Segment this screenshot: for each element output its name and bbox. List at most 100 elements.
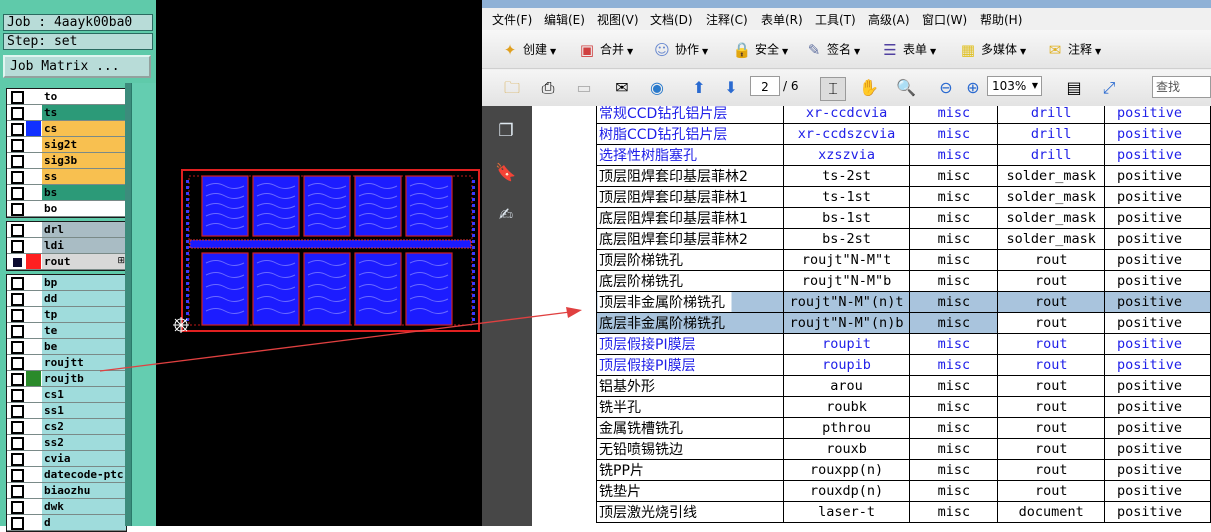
fit-width-icon[interactable]: ⤢ [1097, 77, 1121, 99]
layer-row-cs[interactable]: cs [7, 121, 126, 137]
toolbar-multimedia-button[interactable]: ▦ 多媒体 ▼ [958, 40, 1026, 59]
pages-icon[interactable]: ❐ [495, 120, 517, 142]
layer-checkbox[interactable] [11, 256, 24, 269]
layer-name[interactable]: be [42, 339, 126, 354]
layer-color-swatch[interactable] [26, 355, 41, 370]
layer-row-ss1[interactable]: ss1 [7, 403, 126, 419]
layer-name[interactable]: d [42, 515, 126, 530]
layer-name[interactable]: te [42, 323, 126, 338]
layer-row-tp[interactable]: tp [7, 307, 126, 323]
toolbar-comment-button[interactable]: ✉ 注释 ▼ [1045, 40, 1101, 59]
layer-color-swatch[interactable] [26, 169, 41, 184]
layer-name[interactable]: sig3b [42, 153, 126, 168]
layer-name[interactable]: drl [42, 222, 126, 237]
layer-checkbox[interactable] [11, 187, 24, 200]
layer-row-to[interactable]: to [7, 89, 126, 105]
page-number-input[interactable]: 2 [750, 76, 780, 96]
toolbar-lock-button[interactable]: 🔒 安全 ▼ [732, 40, 789, 59]
fit-page-icon[interactable]: ▤ [1062, 77, 1086, 99]
layer-checkbox[interactable] [11, 341, 24, 354]
layer-checkbox[interactable] [11, 171, 24, 184]
toolbar-combine-button[interactable]: ▣ 合并 ▼ [577, 40, 633, 59]
layer-color-swatch[interactable] [26, 403, 41, 418]
layer-row-cs1[interactable]: cs1 [7, 387, 126, 403]
layer-color-swatch[interactable] [26, 307, 41, 322]
layer-checkbox[interactable] [11, 107, 24, 120]
layer-name[interactable]: roujtb [42, 371, 126, 386]
layer-checkbox[interactable] [11, 373, 24, 386]
layer-color-swatch[interactable] [26, 435, 41, 450]
layer-color-swatch[interactable] [26, 483, 41, 498]
email-icon[interactable]: ✉ [610, 77, 634, 99]
layer-name[interactable]: cs1 [42, 387, 126, 402]
menu-item[interactable]: 工具(T) [815, 11, 856, 28]
layer-color-swatch[interactable] [26, 121, 41, 136]
zoom-level-select[interactable]: 103% ▼ [987, 76, 1042, 96]
layer-name[interactable]: sig2t [42, 137, 126, 152]
print-icon[interactable]: ⎙ [536, 77, 560, 99]
layer-checkbox[interactable] [11, 91, 24, 104]
layer-row-ldi[interactable]: ldi [7, 238, 126, 254]
toolbar-pen-button[interactable]: ✎ 签名 ▼ [804, 40, 860, 59]
layer-name[interactable]: ss [42, 169, 126, 184]
save-icon[interactable]: ▭ [572, 77, 596, 99]
layer-row-ss[interactable]: ss [7, 169, 126, 185]
layer-row-bs[interactable]: bs [7, 185, 126, 201]
document-page[interactable]: 常规CCD钻孔铝片层 xr-ccdcvia misc drill positive 树脂C… [532, 106, 1211, 526]
layer-color-swatch[interactable] [26, 499, 41, 514]
layer-row-cs2[interactable]: cs2 [7, 419, 126, 435]
layer-row-datecode-ptc[interactable]: datecode-ptc [7, 467, 126, 483]
layer-row-dd[interactable]: dd [7, 291, 126, 307]
select-tool-icon[interactable]: ⌶ [820, 77, 846, 101]
page-down-icon[interactable]: ⬇ [719, 77, 743, 99]
layer-checkbox[interactable] [11, 155, 24, 168]
layer-row-dwk[interactable]: dwk [7, 499, 126, 515]
layer-row-cvia[interactable]: cvia [7, 451, 126, 467]
layer-row-d[interactable]: d [7, 515, 126, 531]
bookmarks-icon[interactable]: 🔖 [495, 162, 517, 184]
hand-tool-icon[interactable]: ✋ [857, 77, 881, 99]
layer-row-sig3b[interactable]: sig3b [7, 153, 126, 169]
layer-color-swatch[interactable] [26, 185, 41, 200]
layer-color-swatch[interactable] [26, 291, 41, 306]
layer-name[interactable]: tp [42, 307, 126, 322]
layer-name[interactable]: ss1 [42, 403, 126, 418]
layer-name[interactable]: dd [42, 291, 126, 306]
layer-name[interactable]: biaozhu [42, 483, 126, 498]
layer-checkbox[interactable] [11, 469, 24, 482]
layer-name[interactable]: bs [42, 185, 126, 200]
menu-item[interactable]: 文档(D) [650, 11, 693, 28]
layer-row-ss2[interactable]: ss2 [7, 435, 126, 451]
job-matrix-button[interactable]: Job Matrix ... [3, 55, 151, 78]
layer-name[interactable]: cs [42, 121, 126, 136]
menu-item[interactable]: 窗口(W) [922, 11, 967, 28]
layer-checkbox[interactable] [11, 421, 24, 434]
layer-name[interactable]: bo [42, 201, 126, 216]
layer-name[interactable]: to [42, 89, 126, 104]
layer-checkbox[interactable] [11, 224, 24, 237]
layer-color-swatch[interactable] [26, 275, 41, 290]
layer-name[interactable]: roujtt [42, 355, 126, 370]
layer-color-swatch[interactable] [26, 137, 41, 152]
layer-checkbox[interactable] [11, 485, 24, 498]
layer-color-swatch[interactable] [26, 323, 41, 338]
layer-checkbox[interactable] [11, 389, 24, 402]
layer-name[interactable]: ts [42, 105, 126, 120]
layer-color-swatch[interactable] [26, 387, 41, 402]
layer-color-swatch[interactable] [26, 467, 41, 482]
layer-checkbox[interactable] [11, 139, 24, 152]
pcb-graphics-canvas[interactable] [156, 0, 482, 526]
layer-checkbox[interactable] [11, 437, 24, 450]
menu-item[interactable]: 编辑(E) [544, 11, 585, 28]
menu-item[interactable]: 高级(A) [868, 11, 910, 28]
layer-checkbox[interactable] [11, 293, 24, 306]
layer-color-swatch[interactable] [26, 89, 41, 104]
layer-color-swatch[interactable] [26, 419, 41, 434]
zoom-in-icon[interactable]: ⊕ [961, 77, 985, 99]
layer-row-bp[interactable]: bp [7, 275, 126, 291]
layer-checkbox[interactable] [11, 123, 24, 136]
layer-name[interactable]: bp [42, 275, 126, 290]
layer-checkbox[interactable] [11, 453, 24, 466]
layer-row-bo[interactable]: bo [7, 201, 126, 217]
menu-item[interactable]: 表单(R) [761, 11, 803, 28]
